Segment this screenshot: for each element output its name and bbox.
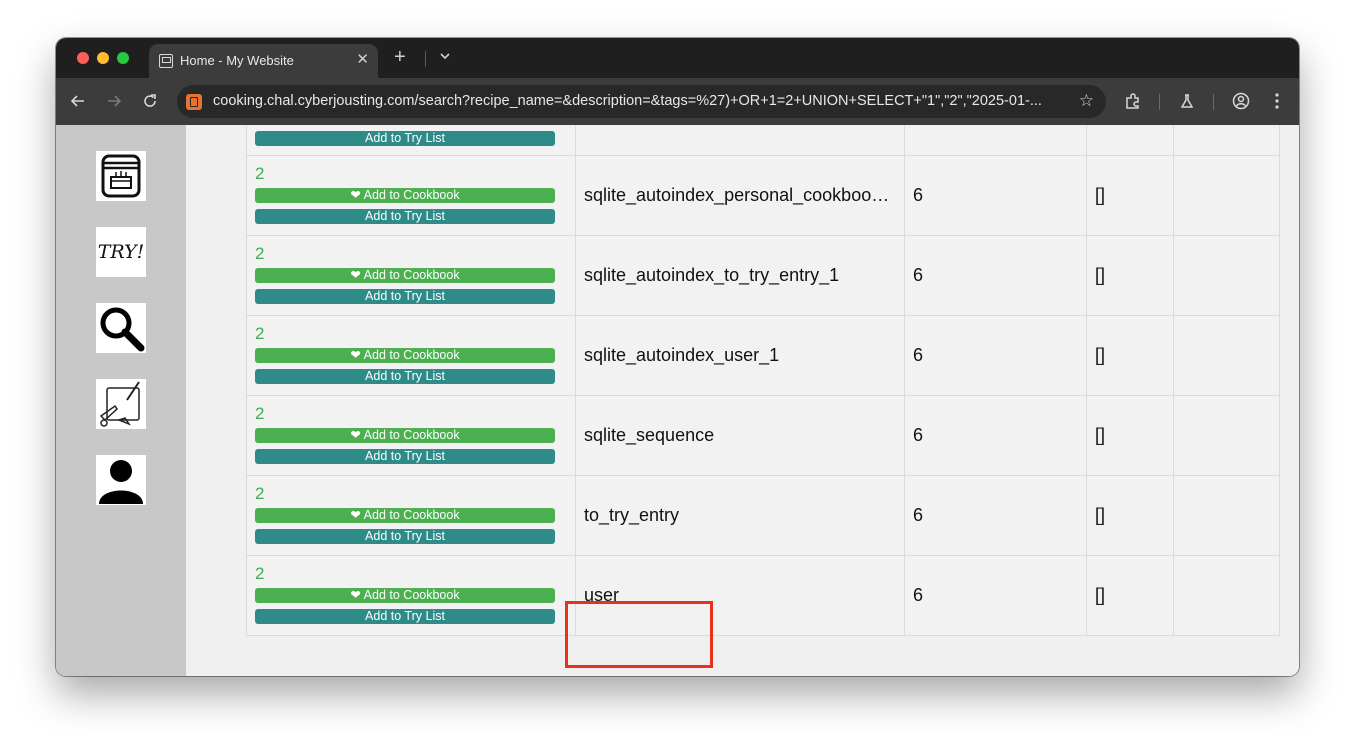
try-label: TRY! — [97, 241, 145, 263]
browser-window: Home - My Website ✕ + cooking.chal.cyber… — [56, 38, 1299, 676]
table-cell — [1173, 315, 1280, 396]
bookmark-star-icon[interactable]: ☆ — [1079, 92, 1094, 110]
sidebar: TRY! — [56, 125, 186, 676]
add-to-try-list-button[interactable]: Add to Try List — [255, 529, 555, 544]
close-window-button[interactable] — [77, 52, 89, 64]
table-row: 2 ❤ Add to Cookbook Add to Try List user… — [246, 555, 1280, 636]
add-to-cookbook-button[interactable]: ❤ Add to Cookbook — [255, 268, 555, 283]
add-to-try-list-button[interactable]: Add to Try List — [255, 289, 555, 304]
add-to-try-list-button[interactable]: Add to Try List — [255, 131, 555, 146]
table-row: Add to Try List sq [] — [246, 125, 1280, 156]
labs-flask-icon[interactable] — [1176, 90, 1198, 112]
tab-home[interactable]: Home - My Website ✕ — [149, 44, 378, 78]
page-content: TRY! Add to Try List 2 ❤ Add to Cookbook… — [56, 125, 1299, 676]
add-to-cookbook-button[interactable]: ❤ Add to Cookbook — [255, 348, 555, 363]
table-cell: 6 — [904, 395, 1087, 476]
add-to-cookbook-button[interactable]: ❤ Add to Cookbook — [255, 188, 555, 203]
add-to-try-list-button[interactable]: Add to Try List — [255, 609, 555, 624]
add-to-try-list-button[interactable]: Add to Try List — [255, 209, 555, 224]
minimize-window-button[interactable] — [97, 52, 109, 64]
recipe-id-link[interactable]: 2 — [255, 565, 567, 585]
reload-icon[interactable] — [139, 90, 161, 112]
add-to-cookbook-button[interactable]: ❤ Add to Cookbook — [255, 428, 555, 443]
recipe-id-link[interactable]: 2 — [255, 405, 567, 425]
table-cell: [] — [1086, 475, 1174, 556]
table-cell — [1173, 555, 1280, 636]
recipe-id-link[interactable]: 2 — [255, 245, 567, 265]
table-row: 2 ❤ Add to Cookbook Add to Try List sqli… — [246, 155, 1280, 236]
toolbar-divider — [1213, 94, 1214, 110]
page-icon — [159, 54, 173, 68]
cookbook-icon[interactable] — [96, 151, 146, 201]
recipe-id-link[interactable]: 2 — [255, 325, 567, 345]
table-cell: 6 — [904, 235, 1087, 316]
toolbar-divider — [1159, 94, 1160, 110]
add-to-cookbook-button[interactable]: ❤ Add to Cookbook — [255, 588, 555, 603]
recipe-name-cell: sqlite_autoindex_to_try_entry_1 — [584, 265, 840, 285]
profile-icon[interactable] — [1230, 90, 1252, 112]
results-table: Add to Try List sq [] 2 ❤ Add to Cookboo… — [246, 125, 1280, 636]
table-row: 2 ❤ Add to Cookbook Add to Try List sqli… — [246, 235, 1280, 316]
write-recipe-icon[interactable] — [96, 379, 146, 429]
recipe-name-cell: sqlite_autoindex_personal_cookbook_entry… — [584, 185, 896, 205]
tab-strip-divider — [425, 51, 426, 67]
recipe-id-link[interactable]: 2 — [255, 485, 567, 505]
table-cell: 6 — [904, 475, 1087, 556]
table-cell — [1173, 475, 1280, 556]
table-cell — [1173, 235, 1280, 316]
browser-toolbar: cooking.chal.cyberjousting.com/search?re… — [56, 78, 1299, 125]
add-to-try-list-button[interactable]: Add to Try List — [255, 449, 555, 464]
chevron-down-icon[interactable] — [438, 49, 452, 63]
table-row: 2 ❤ Add to Cookbook Add to Try List to_t… — [246, 475, 1280, 556]
recipe-name-cell: sqlite_sequence — [584, 425, 715, 445]
table-cell: [] — [1086, 555, 1174, 636]
forward-arrow-icon[interactable] — [103, 90, 125, 112]
table-cell — [1173, 155, 1280, 236]
recipe-id-link[interactable]: 2 — [255, 165, 567, 185]
search-icon[interactable] — [96, 303, 146, 353]
table-cell: [] — [1086, 235, 1174, 316]
back-arrow-icon[interactable] — [67, 90, 89, 112]
new-tab-button[interactable]: + — [394, 46, 406, 68]
recipe-name-cell: sqlite_autoindex_user_1 — [584, 345, 780, 365]
add-to-cookbook-button[interactable]: ❤ Add to Cookbook — [255, 508, 555, 523]
add-to-try-list-button[interactable]: Add to Try List — [255, 369, 555, 384]
user-profile-icon[interactable] — [96, 455, 146, 505]
tab-close-icon[interactable]: ✕ — [356, 51, 369, 69]
tab-strip: Home - My Website ✕ + — [56, 38, 1299, 78]
table-cell: 6 — [904, 555, 1087, 636]
table-cell: [] — [1086, 395, 1174, 476]
maximize-window-button[interactable] — [117, 52, 129, 64]
highlight-box — [565, 601, 713, 668]
address-bar[interactable]: cooking.chal.cyberjousting.com/search?re… — [177, 85, 1106, 118]
table-cell: [] — [1086, 315, 1174, 396]
more-menu-icon[interactable] — [1266, 90, 1288, 112]
url-text[interactable]: cooking.chal.cyberjousting.com/search?re… — [213, 93, 1065, 109]
table-cell: [] — [1086, 155, 1174, 236]
table-cell: 6 — [904, 315, 1087, 396]
extensions-icon[interactable] — [1122, 90, 1144, 112]
table-row: 2 ❤ Add to Cookbook Add to Try List sqli… — [246, 395, 1280, 476]
tab-title: Home - My Website — [180, 53, 294, 68]
results-table-container: Add to Try List sq [] 2 ❤ Add to Cookboo… — [246, 125, 1280, 636]
table-row: 2 ❤ Add to Cookbook Add to Try List sqli… — [246, 315, 1280, 396]
try-list-icon[interactable]: TRY! — [96, 227, 146, 277]
table-cell: 6 — [904, 155, 1087, 236]
recipe-name-cell: to_try_entry — [584, 505, 680, 525]
site-info-icon[interactable] — [186, 94, 202, 110]
table-cell — [1173, 395, 1280, 476]
